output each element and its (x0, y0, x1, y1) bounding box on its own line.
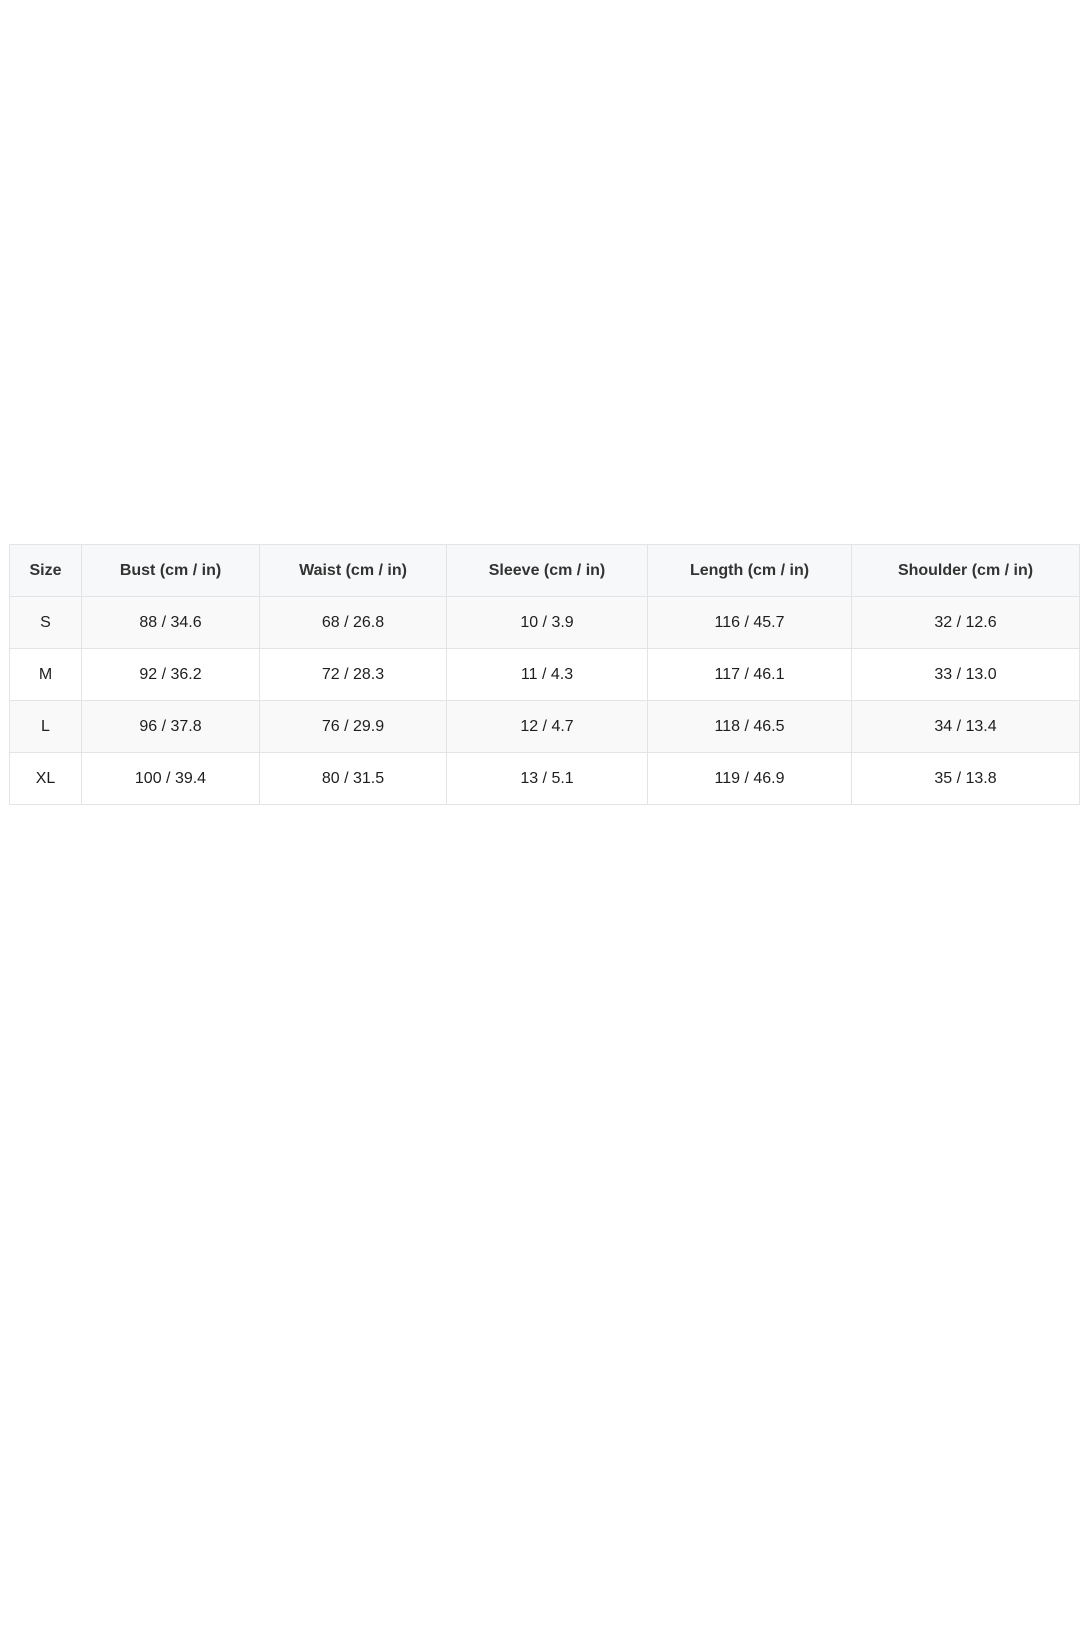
cell-sleeve: 10 / 3.9 (446, 596, 648, 649)
cell-length: 118 / 46.5 (647, 700, 852, 753)
header-row: Size Bust (cm / in) Waist (cm / in) Slee… (9, 544, 1080, 597)
cell-bust: 100 / 39.4 (81, 752, 260, 805)
table-body: S 88 / 34.6 68 / 26.8 10 / 3.9 116 / 45.… (9, 596, 1080, 805)
cell-waist: 68 / 26.8 (259, 596, 447, 649)
cell-sleeve: 13 / 5.1 (446, 752, 648, 805)
cell-sleeve: 11 / 4.3 (446, 648, 648, 701)
header-length: Length (cm / in) (647, 544, 852, 597)
header-size: Size (9, 544, 82, 597)
cell-length: 116 / 45.7 (647, 596, 852, 649)
table-row: XL 100 / 39.4 80 / 31.5 13 / 5.1 119 / 4… (9, 752, 1080, 805)
cell-bust: 88 / 34.6 (81, 596, 260, 649)
cell-waist: 80 / 31.5 (259, 752, 447, 805)
header-sleeve: Sleeve (cm / in) (446, 544, 648, 597)
table-row: L 96 / 37.8 76 / 29.9 12 / 4.7 118 / 46.… (9, 700, 1080, 753)
cell-waist: 72 / 28.3 (259, 648, 447, 701)
cell-length: 117 / 46.1 (647, 648, 852, 701)
cell-length: 119 / 46.9 (647, 752, 852, 805)
cell-sleeve: 12 / 4.7 (446, 700, 648, 753)
cell-shoulder: 34 / 13.4 (851, 700, 1080, 753)
cell-bust: 96 / 37.8 (81, 700, 260, 753)
cell-bust: 92 / 36.2 (81, 648, 260, 701)
cell-shoulder: 35 / 13.8 (851, 752, 1080, 805)
cell-shoulder: 33 / 13.0 (851, 648, 1080, 701)
cell-size: M (9, 648, 82, 701)
cell-waist: 76 / 29.9 (259, 700, 447, 753)
cell-size: L (9, 700, 82, 753)
size-chart-table: Size Bust (cm / in) Waist (cm / in) Slee… (9, 544, 1080, 805)
header-bust: Bust (cm / in) (81, 544, 260, 597)
cell-shoulder: 32 / 12.6 (851, 596, 1080, 649)
header-waist: Waist (cm / in) (259, 544, 447, 597)
table-header: Size Bust (cm / in) Waist (cm / in) Slee… (9, 544, 1080, 597)
cell-size: S (9, 596, 82, 649)
cell-size: XL (9, 752, 82, 805)
header-shoulder: Shoulder (cm / in) (851, 544, 1080, 597)
table-row: M 92 / 36.2 72 / 28.3 11 / 4.3 117 / 46.… (9, 648, 1080, 701)
table-row: S 88 / 34.6 68 / 26.8 10 / 3.9 116 / 45.… (9, 596, 1080, 649)
